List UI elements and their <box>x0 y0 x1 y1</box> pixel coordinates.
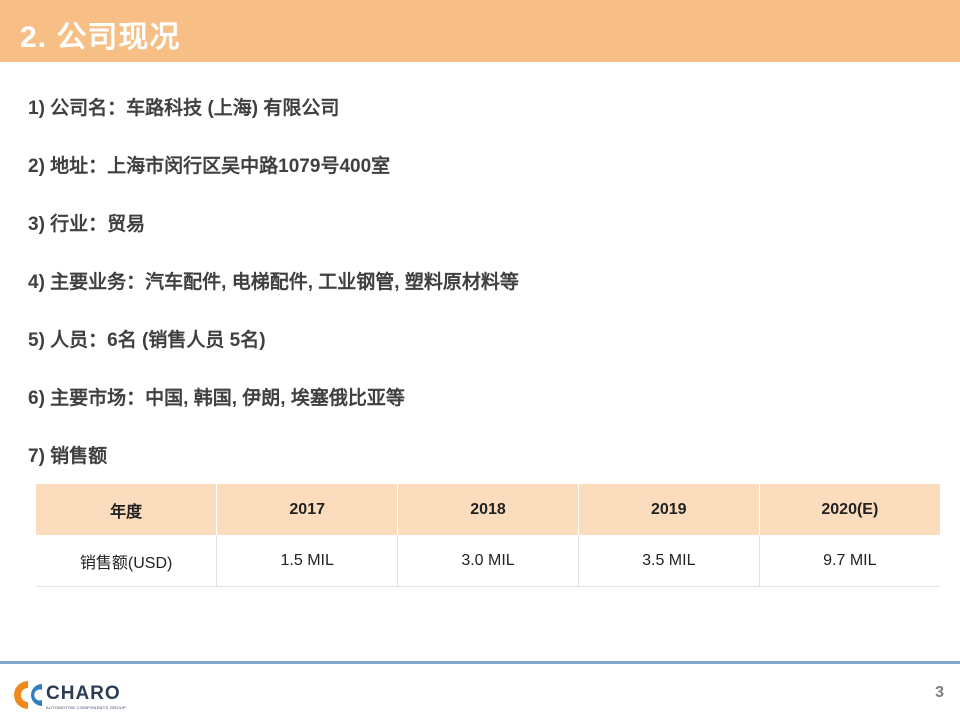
charo-logo: CHARO AUTOMOTIVE COMPONENTS GROUP <box>6 676 156 716</box>
table-header-row: 年度 2017 2018 2019 2020(E) <box>36 484 940 535</box>
header-2017: 2017 <box>216 484 399 535</box>
slide-title: 2. 公司现况 <box>20 21 181 54</box>
company-info-list: 1) 公司名：车路科技 (上海) 有限公司 2) 地址：上海市闵行区吴中路107… <box>28 96 519 502</box>
row-label-sales: 销售额(USD) <box>36 535 218 587</box>
cell-sales-2018: 3.0 MIL <box>397 535 579 587</box>
logo-wordmark: CHARO <box>46 683 121 704</box>
info-address: 2) 地址：上海市闵行区吴中路1079号400室 <box>28 156 391 177</box>
cell-sales-2019: 3.5 MIL <box>578 535 760 587</box>
cell-sales-2020e: 9.7 MIL <box>759 535 940 587</box>
cell-sales-2017: 1.5 MIL <box>216 535 399 587</box>
info-main-business: 4) 主要业务：汽车配件, 电梯配件, 工业钢管, 塑料原材料等 <box>28 272 519 293</box>
info-staff: 5) 人员：6名 (销售人员 5名) <box>28 330 266 351</box>
header-2018: 2018 <box>397 484 579 535</box>
page-number: 3 <box>935 684 944 701</box>
header-year: 年度 <box>36 484 218 535</box>
logo-tagline: AUTOMOTIVE COMPONENTS GROUP <box>46 705 127 710</box>
footer-divider <box>0 661 960 664</box>
info-industry: 3) 行业：贸易 <box>28 214 146 235</box>
table-row: 销售额(USD) 1.5 MIL 3.0 MIL 3.5 MIL 9.7 MIL <box>36 535 940 587</box>
header-2020e: 2020(E) <box>759 484 940 535</box>
info-company-name: 1) 公司名：车路科技 (上海) 有限公司 <box>28 98 340 119</box>
title-bar: 2. 公司现况 <box>0 0 960 62</box>
header-2019: 2019 <box>578 484 760 535</box>
sales-table: 年度 2017 2018 2019 2020(E) 销售额(USD) 1.5 M… <box>36 484 940 587</box>
info-main-markets: 6) 主要市场：中国, 韩国, 伊朗, 埃塞俄比亚等 <box>28 388 405 409</box>
charo-logo-icon <box>14 681 42 709</box>
